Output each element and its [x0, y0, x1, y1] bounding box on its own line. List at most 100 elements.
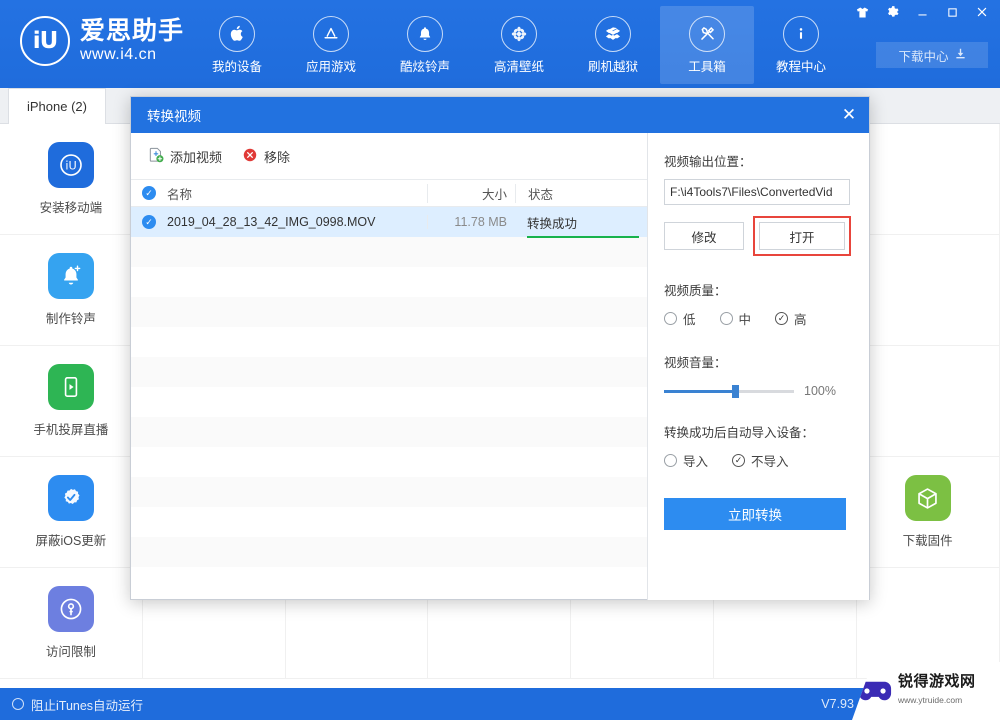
row-checkbox[interactable]: ✓: [131, 215, 167, 229]
nav-item-flash-jailbreak[interactable]: 刷机越狱: [566, 6, 660, 84]
download-icon: [955, 48, 966, 62]
watermark-name: 锐得游戏网: [898, 673, 976, 691]
nav-item-wallpapers[interactable]: 高清壁纸: [472, 6, 566, 84]
add-video-button[interactable]: 添加视频: [148, 147, 222, 166]
volume-slider-handle[interactable]: [731, 384, 739, 398]
download-center-button[interactable]: 下载中心: [876, 42, 988, 68]
table-row[interactable]: ✓ 2019_04_28_13_42_IMG_0998.MOV 11.78 MB…: [131, 207, 647, 238]
row-filename: 2019_04_28_13_42_IMG_0998.MOV: [167, 215, 376, 229]
volume-value: 100%: [804, 384, 836, 398]
tool-block-ios-update[interactable]: 屏蔽iOS更新: [0, 457, 143, 568]
svg-text:iU: iU: [65, 159, 76, 172]
row-state-label: 转换成功: [527, 216, 578, 231]
video-quality-radio-group: 低 中 ✓ 高: [664, 309, 851, 328]
block-itunes-toggle[interactable]: 阻止iTunes自动运行: [12, 695, 143, 714]
grid-cell-empty: [856, 346, 1000, 457]
nav-label: 高清壁纸: [493, 59, 544, 74]
tool-make-ringtone[interactable]: 制作铃声: [0, 235, 143, 346]
minimize-icon[interactable]: [914, 4, 930, 20]
radio-checked-icon: ✓: [732, 454, 746, 467]
auto-import-section: 转换成功后自动导入设备： 导入 ✓ 不导入: [664, 422, 851, 470]
auto-import-option-no[interactable]: ✓ 不导入: [732, 451, 789, 470]
quality-option-high[interactable]: ✓ 高: [775, 309, 807, 328]
skin-icon[interactable]: [854, 4, 870, 20]
list-item: [131, 507, 647, 537]
dialog-title: 转换视频: [147, 109, 201, 124]
nav-item-apps-games[interactable]: 应用游戏: [284, 6, 378, 84]
output-path-input[interactable]: F:\i4Tools7\Files\ConvertedVid: [664, 179, 850, 205]
auto-import-option-yes[interactable]: 导入: [664, 451, 708, 470]
select-all-checkbox[interactable]: ✓: [131, 186, 167, 200]
tool-label: 制作铃声: [45, 312, 96, 326]
block-itunes-label: 阻止iTunes自动运行: [31, 698, 144, 713]
auto-import-label: 转换成功后自动导入设备：: [664, 426, 815, 440]
nav-label: 应用游戏: [305, 59, 356, 74]
i4-app-icon: iU: [47, 142, 94, 188]
convert-options-panel: 视频输出位置： F:\i4Tools7\Files\ConvertedVid 修…: [648, 133, 869, 600]
list-item: [131, 357, 647, 387]
video-quality-section: 视频质量： 低 中 ✓ 高: [664, 280, 851, 328]
dialog-body: 添加视频 移除 ✓ 名称 大小 状态 ✓ 2019_04_28_13_42_IM…: [131, 133, 869, 600]
video-quality-label: 视频质量：: [664, 284, 727, 298]
radio-label: 中: [738, 313, 752, 327]
list-item: [131, 537, 647, 567]
list-item: [131, 327, 647, 357]
tool-label: 屏蔽iOS更新: [35, 534, 107, 548]
volume-slider-fill: [664, 389, 732, 393]
info-icon: [783, 15, 819, 52]
list-item: [131, 417, 647, 447]
radio-label: 不导入: [751, 455, 789, 469]
open-button-highlight: 打开: [753, 216, 851, 256]
radio-icon: [719, 312, 733, 325]
column-header-size[interactable]: 大小: [427, 183, 515, 203]
open-path-button[interactable]: 打开: [759, 222, 845, 250]
tab-iphone[interactable]: iPhone (2): [8, 88, 106, 124]
radio-icon: [664, 454, 677, 467]
convert-video-dialog: 转换视频 ✕ 添加视频 移除 ✓ 名称 大小 状态 ✓ 2019_04_28_1…: [130, 96, 870, 600]
maximize-icon[interactable]: [944, 4, 960, 20]
modify-path-button[interactable]: 修改: [664, 222, 744, 250]
status-bar: 阻止iTunes自动运行 V7.93 意见反馈 微信: [0, 688, 1000, 720]
close-icon[interactable]: [974, 4, 990, 20]
download-center-label: 下载中心: [898, 49, 949, 64]
remove-video-label: 移除: [264, 149, 291, 165]
nav-item-ringtones[interactable]: 酷炫铃声: [378, 6, 472, 84]
dialog-close-icon[interactable]: ✕: [829, 97, 869, 133]
list-toolbar: 添加视频 移除: [131, 133, 647, 179]
list-item: [131, 267, 647, 297]
radio-icon: [664, 312, 677, 325]
grid-cell-empty: [856, 124, 1000, 235]
column-header-name[interactable]: 名称: [167, 184, 427, 203]
tool-access-restrictions[interactable]: 访问限制: [0, 568, 143, 679]
quality-option-low[interactable]: 低: [664, 309, 696, 328]
app-header: iU 爱思助手 www.i4.cn 我的设备 应用游戏 酷炫铃声 高清壁纸 刷机…: [0, 0, 1000, 88]
nav-item-tutorials[interactable]: 教程中心: [754, 6, 848, 84]
bell-plus-icon: [47, 253, 94, 299]
tool-download-firmware[interactable]: 下载固件: [856, 457, 1000, 568]
gear-block-icon: [47, 475, 94, 521]
tool-label: 安装移动端: [39, 201, 103, 215]
nav-label: 刷机越狱: [587, 59, 638, 74]
column-header-state[interactable]: 状态: [515, 183, 647, 203]
list-item: [131, 447, 647, 477]
tool-label: 访问限制: [45, 645, 96, 659]
dialog-titlebar: 转换视频 ✕: [131, 97, 869, 133]
tool-install-mobile-client[interactable]: iU 安装移动端: [0, 124, 143, 235]
convert-now-button[interactable]: 立即转换: [664, 498, 846, 530]
bell-icon: [407, 15, 443, 52]
apple-icon: [219, 15, 255, 52]
nav-label: 我的设备: [211, 59, 262, 74]
nav-item-toolbox[interactable]: 工具箱: [660, 6, 754, 84]
add-file-icon: [148, 147, 164, 166]
watermark-url: www.ytruide.com: [898, 695, 963, 705]
tool-label: 下载固件: [902, 534, 953, 548]
quality-option-medium[interactable]: 中: [719, 309, 752, 328]
radio-label: 低: [683, 313, 696, 327]
tool-screen-mirroring[interactable]: 手机投屏直播: [0, 346, 143, 457]
volume-slider[interactable]: [664, 384, 794, 398]
settings-gear-icon[interactable]: [884, 4, 900, 20]
app-window: iU 爱思助手 www.i4.cn 我的设备 应用游戏 酷炫铃声 高清壁纸 刷机…: [0, 0, 1000, 720]
remove-video-button[interactable]: 移除: [242, 147, 290, 166]
grid-cell-empty: [856, 235, 1000, 346]
nav-item-my-device[interactable]: 我的设备: [190, 6, 284, 84]
